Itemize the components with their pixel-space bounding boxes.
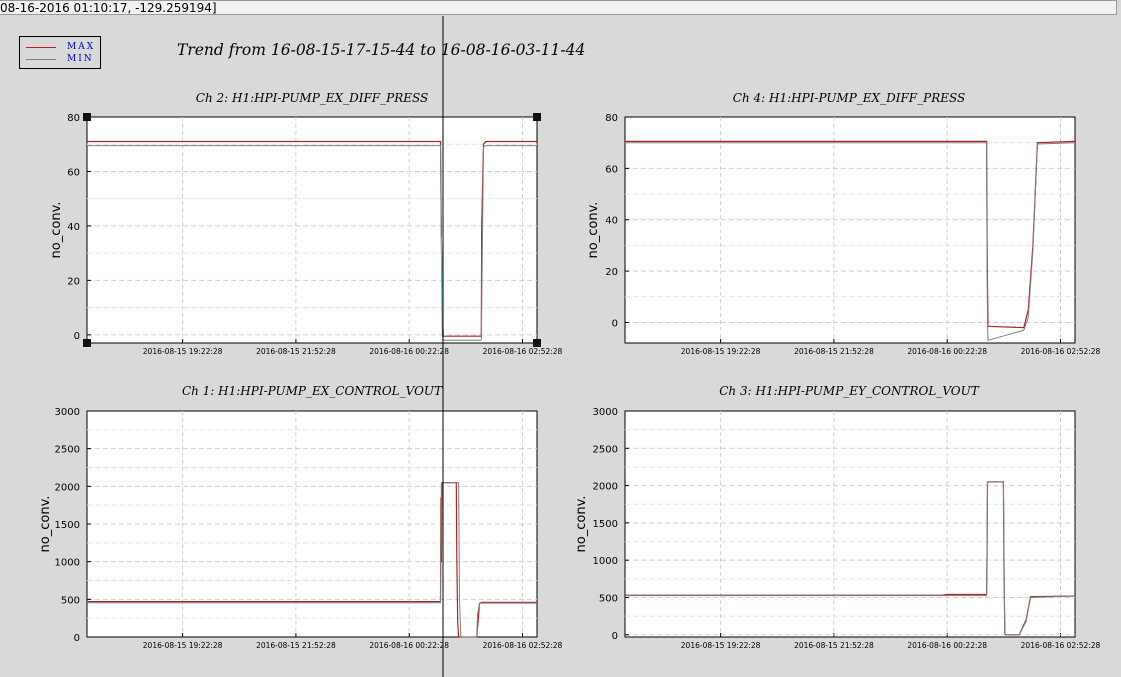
y-tick-label: 2500 [55,445,80,456]
x-tick-label: 2016-08-15 21:52:28 [794,641,874,650]
chart-title: Ch 3: H1:HPI-PUMP_EY_CONTROL_VOUT [719,384,979,398]
x-tick-label: 2016-08-16 00:22:28 [369,347,449,356]
x-tick-label: 2016-08-16 00:22:28 [907,641,987,650]
plot-area[interactable] [624,410,1076,638]
y-axis-label: no_conv. [574,496,589,553]
y-tick-label: 500 [61,595,80,606]
x-tick-label: 2016-08-16 02:52:28 [483,347,563,356]
plot-area[interactable] [86,116,538,344]
x-tick-label: 2016-08-15 21:52:28 [256,641,336,650]
x-tick-label: 2016-08-16 02:52:28 [1021,347,1101,356]
y-tick-label: 20 [605,267,618,278]
chart-panel-3[interactable]: 2016-08-15 19:22:28 2016-08-15 21:52:28 20… [38,384,563,650]
y-tick-label: 40 [67,222,80,233]
y-axis-label: no_conv. [49,202,64,259]
x-tick-label: 2016-08-15 21:52:28 [256,347,336,356]
x-tick-label: 2016-08-15 19:22:28 [143,641,223,650]
charts-canvas[interactable]: 2016-08-15 19:22:28 2016-08-15 21:52:28 20… [0,0,1121,677]
x-tick-label: 2016-08-15 19:22:28 [681,641,761,650]
x-tick-label: 2016-08-16 02:52:28 [483,641,563,650]
y-tick-label: 2500 [593,444,618,455]
x-tick-label: 2016-08-15 19:22:28 [143,347,223,356]
selection-handle[interactable] [83,113,91,121]
selection-handle[interactable] [83,339,91,347]
y-tick-label: 3000 [55,407,80,418]
x-tick-label: 2016-08-15 19:22:28 [681,347,761,356]
chart-panel-2[interactable]: 2016-08-15 19:22:28 2016-08-15 21:52:28 20… [586,91,1101,356]
y-tick-label: 1000 [593,556,618,567]
y-tick-label: 0 [74,331,80,342]
y-tick-label: 3000 [593,407,618,418]
selection-handle[interactable] [533,339,541,347]
y-tick-label: 2000 [593,482,618,493]
y-tick-label: 80 [67,113,80,124]
y-tick-label: 0 [612,318,618,329]
y-tick-label: 0 [612,631,618,642]
selection-handle[interactable] [533,113,541,121]
y-tick-label: 60 [67,167,80,178]
y-tick-label: 1000 [55,558,80,569]
chart-panel-1[interactable]: 2016-08-15 19:22:28 2016-08-15 21:52:28 20… [49,91,563,356]
chart-title: Ch 2: H1:HPI-PUMP_EX_DIFF_PRESS [196,91,428,105]
chart-panel-4[interactable]: 2016-08-15 19:22:28 2016-08-15 21:52:28 20… [574,384,1101,650]
y-tick-label: 2000 [55,482,80,493]
chart-title: Ch 4: H1:HPI-PUMP_EX_DIFF_PRESS [733,91,965,105]
y-tick-label: 1500 [593,519,618,530]
y-tick-label: 20 [67,276,80,287]
chart-title: Ch 1: H1:HPI-PUMP_EX_CONTROL_VOUT [182,384,443,398]
y-tick-label: 0 [74,633,80,644]
y-tick-label: 500 [599,593,618,604]
x-tick-label: 2016-08-16 00:22:28 [907,347,987,356]
plot-area[interactable] [624,116,1076,344]
y-tick-label: 40 [605,216,618,227]
y-tick-label: 80 [605,113,618,124]
y-axis-label: no_conv. [38,496,53,553]
x-tick-label: 2016-08-15 21:52:28 [794,347,874,356]
y-tick-label: 1500 [55,520,80,531]
x-tick-label: 2016-08-16 00:22:28 [369,641,449,650]
y-tick-label: 60 [605,164,618,175]
y-axis-label: no_conv. [586,202,601,259]
x-tick-label: 2016-08-16 02:52:28 [1021,641,1101,650]
